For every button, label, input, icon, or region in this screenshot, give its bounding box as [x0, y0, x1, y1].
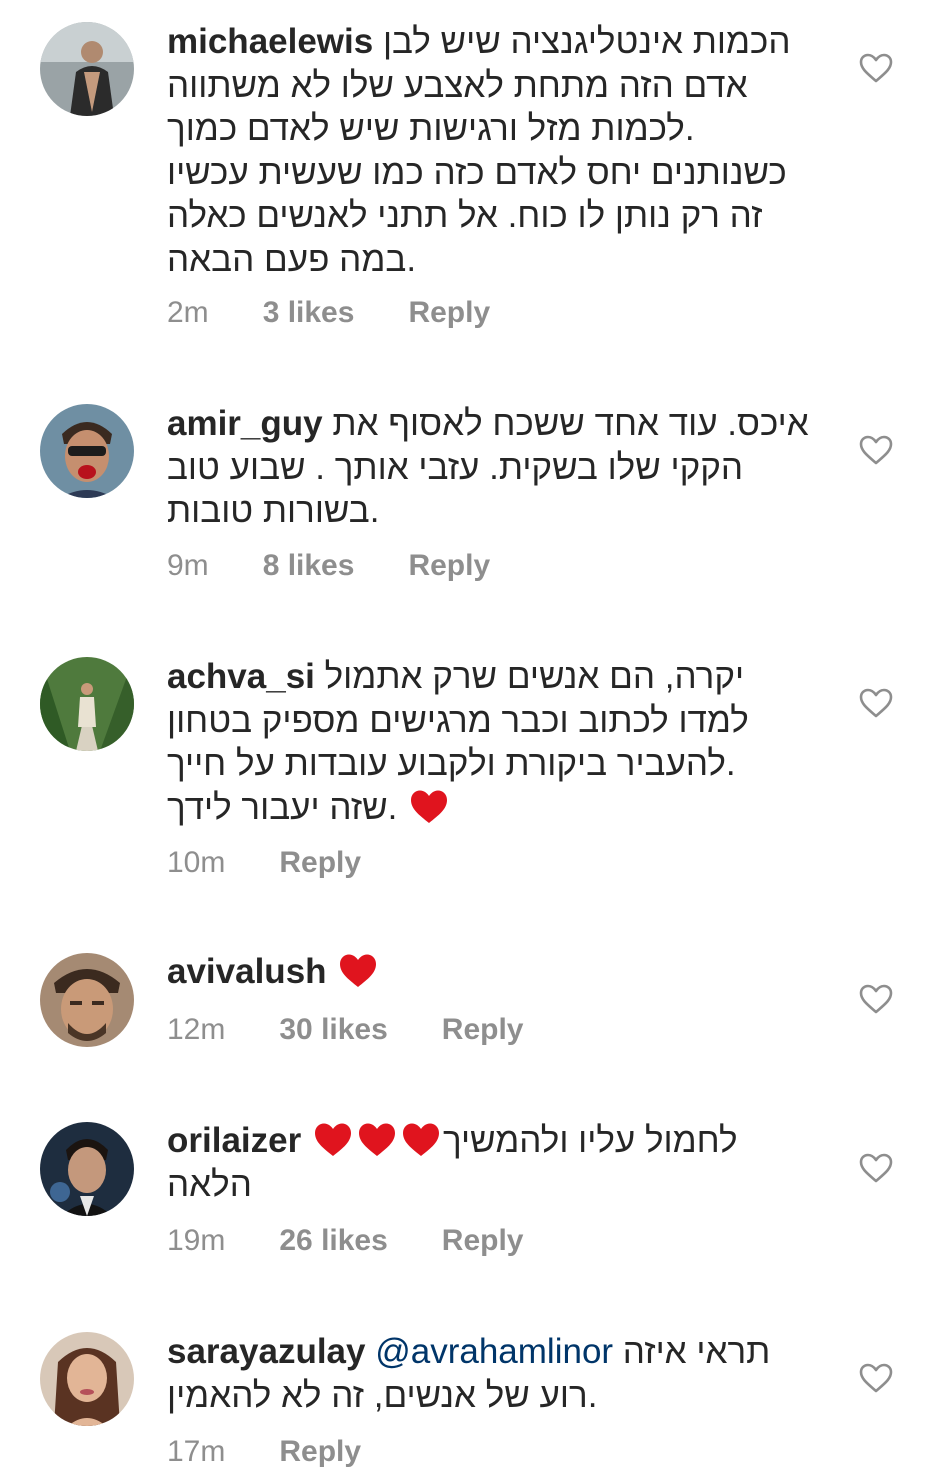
avatar[interactable]	[40, 953, 134, 1047]
comment-likes[interactable]: 3 likes	[263, 296, 355, 330]
comment-meta: 9m 8 likes Reply	[167, 546, 490, 586]
red-heart-emoji-icon	[357, 1122, 397, 1158]
comment-text: להעביר ביקורת ולקבוע עובדות על חייך.	[167, 744, 736, 783]
heart-outline-icon[interactable]	[858, 687, 894, 719]
comment-text: רוע של אנשים, זה לא להאמין.	[167, 1375, 598, 1415]
comment-text: לחמול עליו ולהמשיך	[442, 1121, 738, 1160]
comment-username[interactable]: orilaizer	[167, 1121, 301, 1160]
avatar[interactable]	[40, 1122, 134, 1216]
comment-likes[interactable]: 8 likes	[263, 549, 355, 583]
comment-meta: 10m Reply	[167, 843, 361, 883]
comment-text: למדו לכתוב וכבר מרגישים מספיק בטחון	[167, 700, 749, 740]
avatar[interactable]	[40, 22, 134, 116]
comment-text: בשורות טובות.	[167, 491, 380, 530]
reply-button[interactable]: Reply	[279, 846, 361, 880]
comment-text: תראי איזה	[622, 1332, 771, 1371]
red-heart-emoji-icon	[401, 1122, 441, 1158]
comment-meta: 19m 26 likes Reply	[167, 1221, 524, 1261]
comment-username[interactable]: achva_si	[167, 657, 315, 696]
mention-link[interactable]: @avrahamlinor	[375, 1332, 613, 1371]
comment-meta: 12m 30 likes Reply	[167, 1010, 524, 1050]
reply-button[interactable]: Reply	[408, 549, 490, 583]
comment-text: הקקי שלו בשקית. עזבי אותך . שבוע טוב	[167, 447, 744, 487]
heart-outline-icon[interactable]	[858, 1152, 894, 1184]
red-heart-emoji-icon	[313, 1122, 353, 1158]
comment-time: 12m	[167, 1013, 226, 1046]
comment-text: במה פעם הבאה.	[167, 239, 417, 279]
comment-username[interactable]: avivalush	[167, 952, 327, 991]
avatar[interactable]	[40, 1332, 134, 1426]
comment-text: לכמות מזל ורגישות שיש לאדם כמוך.	[167, 109, 695, 148]
comment-text: יקרה, הם אנשים שרק אתמול	[324, 657, 745, 696]
comment-meta: 17m Reply	[167, 1432, 361, 1472]
comment-text: כשנותנים יחס לאדם כזה כמו שעשית עכשיו	[167, 152, 787, 192]
avatar[interactable]	[40, 657, 134, 751]
heart-outline-icon[interactable]	[858, 1362, 894, 1394]
comment-username[interactable]: michaelewis	[167, 22, 373, 61]
heart-outline-icon[interactable]	[858, 52, 894, 84]
comment-text: איכס. עוד אחד ששכח לאסוף את	[332, 404, 809, 443]
reply-button[interactable]: Reply	[442, 1224, 524, 1258]
comment-time: 19m	[167, 1224, 226, 1257]
comment-text: זה רק נותן לו כוח. אל תתני לאנשים כאלה	[167, 196, 763, 235]
comment-meta: 2m 3 likes Reply	[167, 293, 490, 333]
comment-time: 17m	[167, 1435, 226, 1468]
comment-time: 10m	[167, 846, 226, 879]
comment-username[interactable]: amir_guy	[167, 404, 323, 443]
avatar[interactable]	[40, 404, 134, 498]
reply-button[interactable]: Reply	[279, 1435, 361, 1469]
comment-text: הלאה	[167, 1164, 252, 1204]
comment-time: 2m	[167, 296, 209, 329]
reply-button[interactable]: Reply	[408, 296, 490, 330]
comment-likes[interactable]: 30 likes	[279, 1013, 387, 1047]
heart-outline-icon[interactable]	[858, 983, 894, 1015]
comment-time: 9m	[167, 549, 209, 582]
comment-text: הכמות אינטליגנציה שיש לבן	[382, 22, 791, 61]
red-heart-emoji-icon	[409, 789, 449, 825]
comment-username[interactable]: sarayazulay	[167, 1332, 365, 1371]
comment-text: שזה יעבור לידך.	[167, 787, 398, 827]
comment-text: אדם הזה מתחת לאצבע שלו לא משתווה	[167, 65, 748, 105]
reply-button[interactable]: Reply	[442, 1013, 524, 1047]
heart-outline-icon[interactable]	[858, 434, 894, 466]
comment-likes[interactable]: 26 likes	[279, 1224, 387, 1258]
red-heart-emoji-icon	[338, 953, 378, 989]
